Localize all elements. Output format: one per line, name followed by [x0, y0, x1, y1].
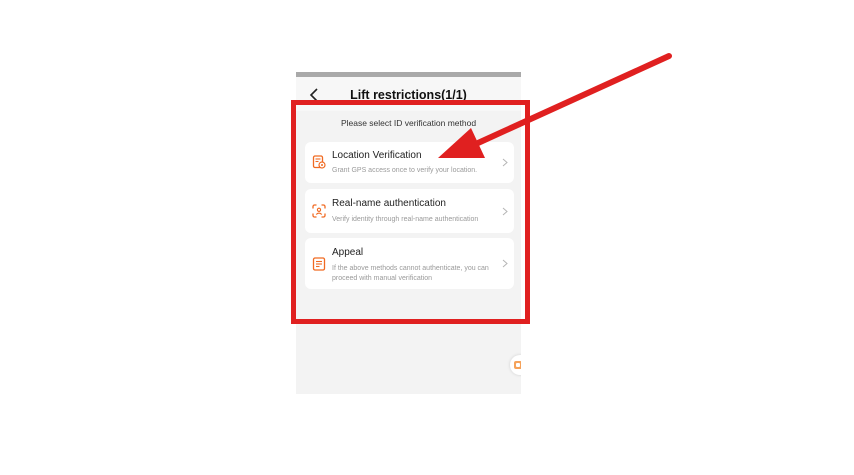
- annotation-arrow: [438, 53, 672, 158]
